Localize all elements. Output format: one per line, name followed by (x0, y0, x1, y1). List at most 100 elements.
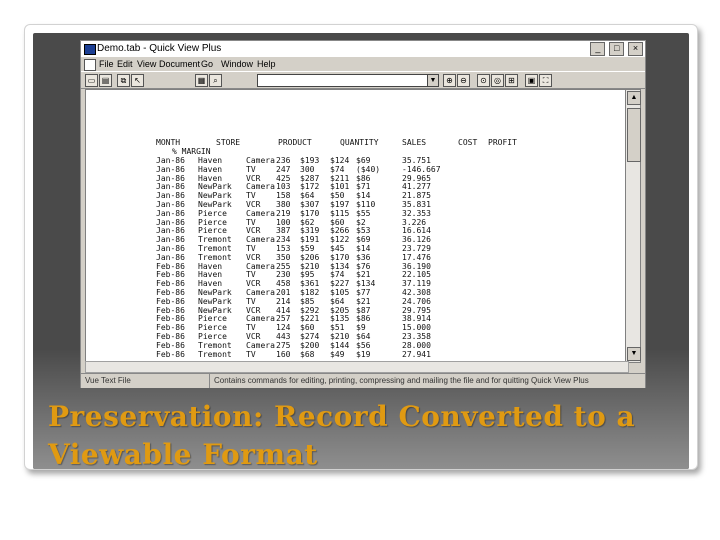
cell-profit: $56 (356, 340, 371, 350)
cell-profit: $14 (356, 244, 371, 253)
col-month: MONTH (156, 138, 181, 147)
cell-month: Jan-86 (156, 182, 185, 192)
view-icon[interactable]: ◎ (491, 74, 504, 87)
col-cost: COST (458, 138, 478, 147)
scroll-thumb[interactable] (627, 108, 641, 162)
cell-quantity: 219 (276, 208, 291, 218)
cell-cost: $197 (330, 200, 350, 209)
menu-help[interactable]: Help (257, 57, 276, 71)
cell-product: Camera (246, 288, 275, 297)
cell-margin: 35.751 (402, 156, 431, 165)
select-icon[interactable]: ↖ (131, 74, 144, 87)
menu-view[interactable]: View (137, 57, 156, 71)
cell-cost: $205 (330, 305, 350, 315)
zoom-in-icon[interactable]: ⊕ (443, 74, 456, 87)
scroll-down-icon[interactable]: ▼ (627, 347, 641, 361)
cell-month: Jan-86 (156, 200, 185, 209)
layout-icon[interactable]: ▣ (525, 74, 538, 87)
cell-profit: $86 (356, 173, 371, 183)
print-icon[interactable]: ▤ (99, 74, 112, 87)
col-profit: PROFIT (488, 138, 517, 147)
cell-cost: $64 (330, 296, 345, 306)
col-margin: % MARGIN (172, 147, 211, 156)
menu-window[interactable]: Window (221, 57, 253, 71)
zoom-fit-icon[interactable]: ⊙ (477, 74, 490, 87)
chevron-down-icon[interactable]: ▼ (427, 75, 438, 86)
cell-profit: $36 (356, 252, 371, 262)
menu-edit[interactable]: Edit (117, 57, 133, 71)
cell-product: VCR (246, 173, 261, 183)
cell-month: Feb-86 (156, 270, 185, 280)
cell-profit: $19 (356, 349, 371, 359)
close-button[interactable]: × (628, 42, 643, 56)
find-next-icon[interactable]: ⌕ (209, 74, 222, 87)
menu-document[interactable]: Document (159, 57, 200, 71)
cell-month: Feb-86 (156, 323, 185, 333)
scroll-up-icon[interactable]: ▲ (627, 91, 641, 105)
cell-profit: $69 (356, 156, 371, 165)
zoom-out-icon[interactable]: ⊖ (457, 74, 470, 87)
window-controls: _ □ × (589, 42, 643, 58)
cell-store: Pierce (198, 323, 227, 333)
cell-sales: $210 (300, 261, 320, 271)
menu-file[interactable]: File (99, 57, 114, 71)
cell-profit: $14 (356, 191, 371, 201)
document-menu-icon[interactable] (84, 59, 96, 71)
cell-sales: $287 (300, 173, 320, 183)
cell-month: Jan-86 (156, 235, 185, 245)
cell-cost: $266 (330, 226, 350, 236)
cell-store: Haven (198, 261, 223, 271)
cell-quantity: 158 (276, 191, 291, 201)
cell-margin: 21.875 (402, 191, 431, 201)
cell-store: NewPark (198, 305, 232, 315)
cell-quantity: 100 (276, 217, 291, 227)
cell-profit: $9 (356, 323, 366, 333)
cell-product: Camera (246, 235, 275, 245)
cell-margin: 32.353 (402, 208, 431, 218)
cell-cost: $60 (330, 217, 345, 227)
grid-icon[interactable]: ⊞ (505, 74, 518, 87)
cell-quantity: 458 (276, 279, 291, 289)
fullscreen-icon[interactable]: ⛶ (539, 74, 552, 87)
cell-margin: 15.000 (402, 323, 431, 333)
cell-quantity: 234 (276, 235, 291, 245)
cell-quantity: 160 (276, 349, 291, 359)
cell-sales: $206 (300, 252, 320, 262)
cell-product: Camera (246, 261, 275, 271)
cell-month: Jan-86 (156, 164, 185, 174)
cell-store: Tremont (198, 349, 232, 359)
cell-sales: $95 (300, 270, 315, 280)
cell-sales: $64 (300, 191, 315, 201)
menu-go[interactable]: Go (201, 57, 213, 71)
page-select[interactable]: ▼ (257, 74, 439, 87)
maximize-button[interactable]: □ (609, 42, 625, 56)
sales-table: MONTH STORE PRODUCT QUANTITY SALES COST … (86, 90, 628, 362)
open-icon[interactable]: ▭ (85, 74, 98, 87)
cell-quantity: 380 (276, 200, 291, 209)
horizontal-scrollbar[interactable] (85, 361, 629, 373)
minimize-button[interactable]: _ (590, 42, 606, 56)
document-view[interactable]: MONTH STORE PRODUCT QUANTITY SALES COST … (85, 89, 629, 363)
cell-quantity: 387 (276, 226, 291, 236)
cell-month: Jan-86 (156, 252, 185, 262)
cell-profit: $64 (356, 332, 371, 341)
cell-margin: 38.914 (402, 314, 431, 324)
cell-margin: 36.190 (402, 261, 431, 271)
cell-sales: $60 (300, 323, 315, 333)
cell-profit: $55 (356, 208, 371, 218)
cell-cost: $45 (330, 244, 345, 253)
cell-product: VCR (246, 279, 261, 289)
cell-store: Haven (198, 270, 223, 280)
find-icon[interactable]: ▦ (195, 74, 208, 87)
cell-quantity: 236 (276, 156, 291, 165)
vertical-scrollbar[interactable]: ▲ ▼ (625, 89, 641, 363)
cell-sales: $274 (300, 332, 320, 341)
cell-store: Haven (198, 279, 223, 289)
quick-view-plus-window: Demo.tab - Quick View Plus _ □ × File Ed… (80, 40, 646, 388)
cell-store: Pierce (198, 208, 227, 218)
cell-profit: $21 (356, 270, 371, 280)
cell-month: Feb-86 (156, 288, 185, 297)
cell-profit: $2 (356, 217, 366, 227)
copy-icon[interactable]: ⧉ (117, 74, 130, 87)
cell-month: Jan-86 (156, 217, 185, 227)
